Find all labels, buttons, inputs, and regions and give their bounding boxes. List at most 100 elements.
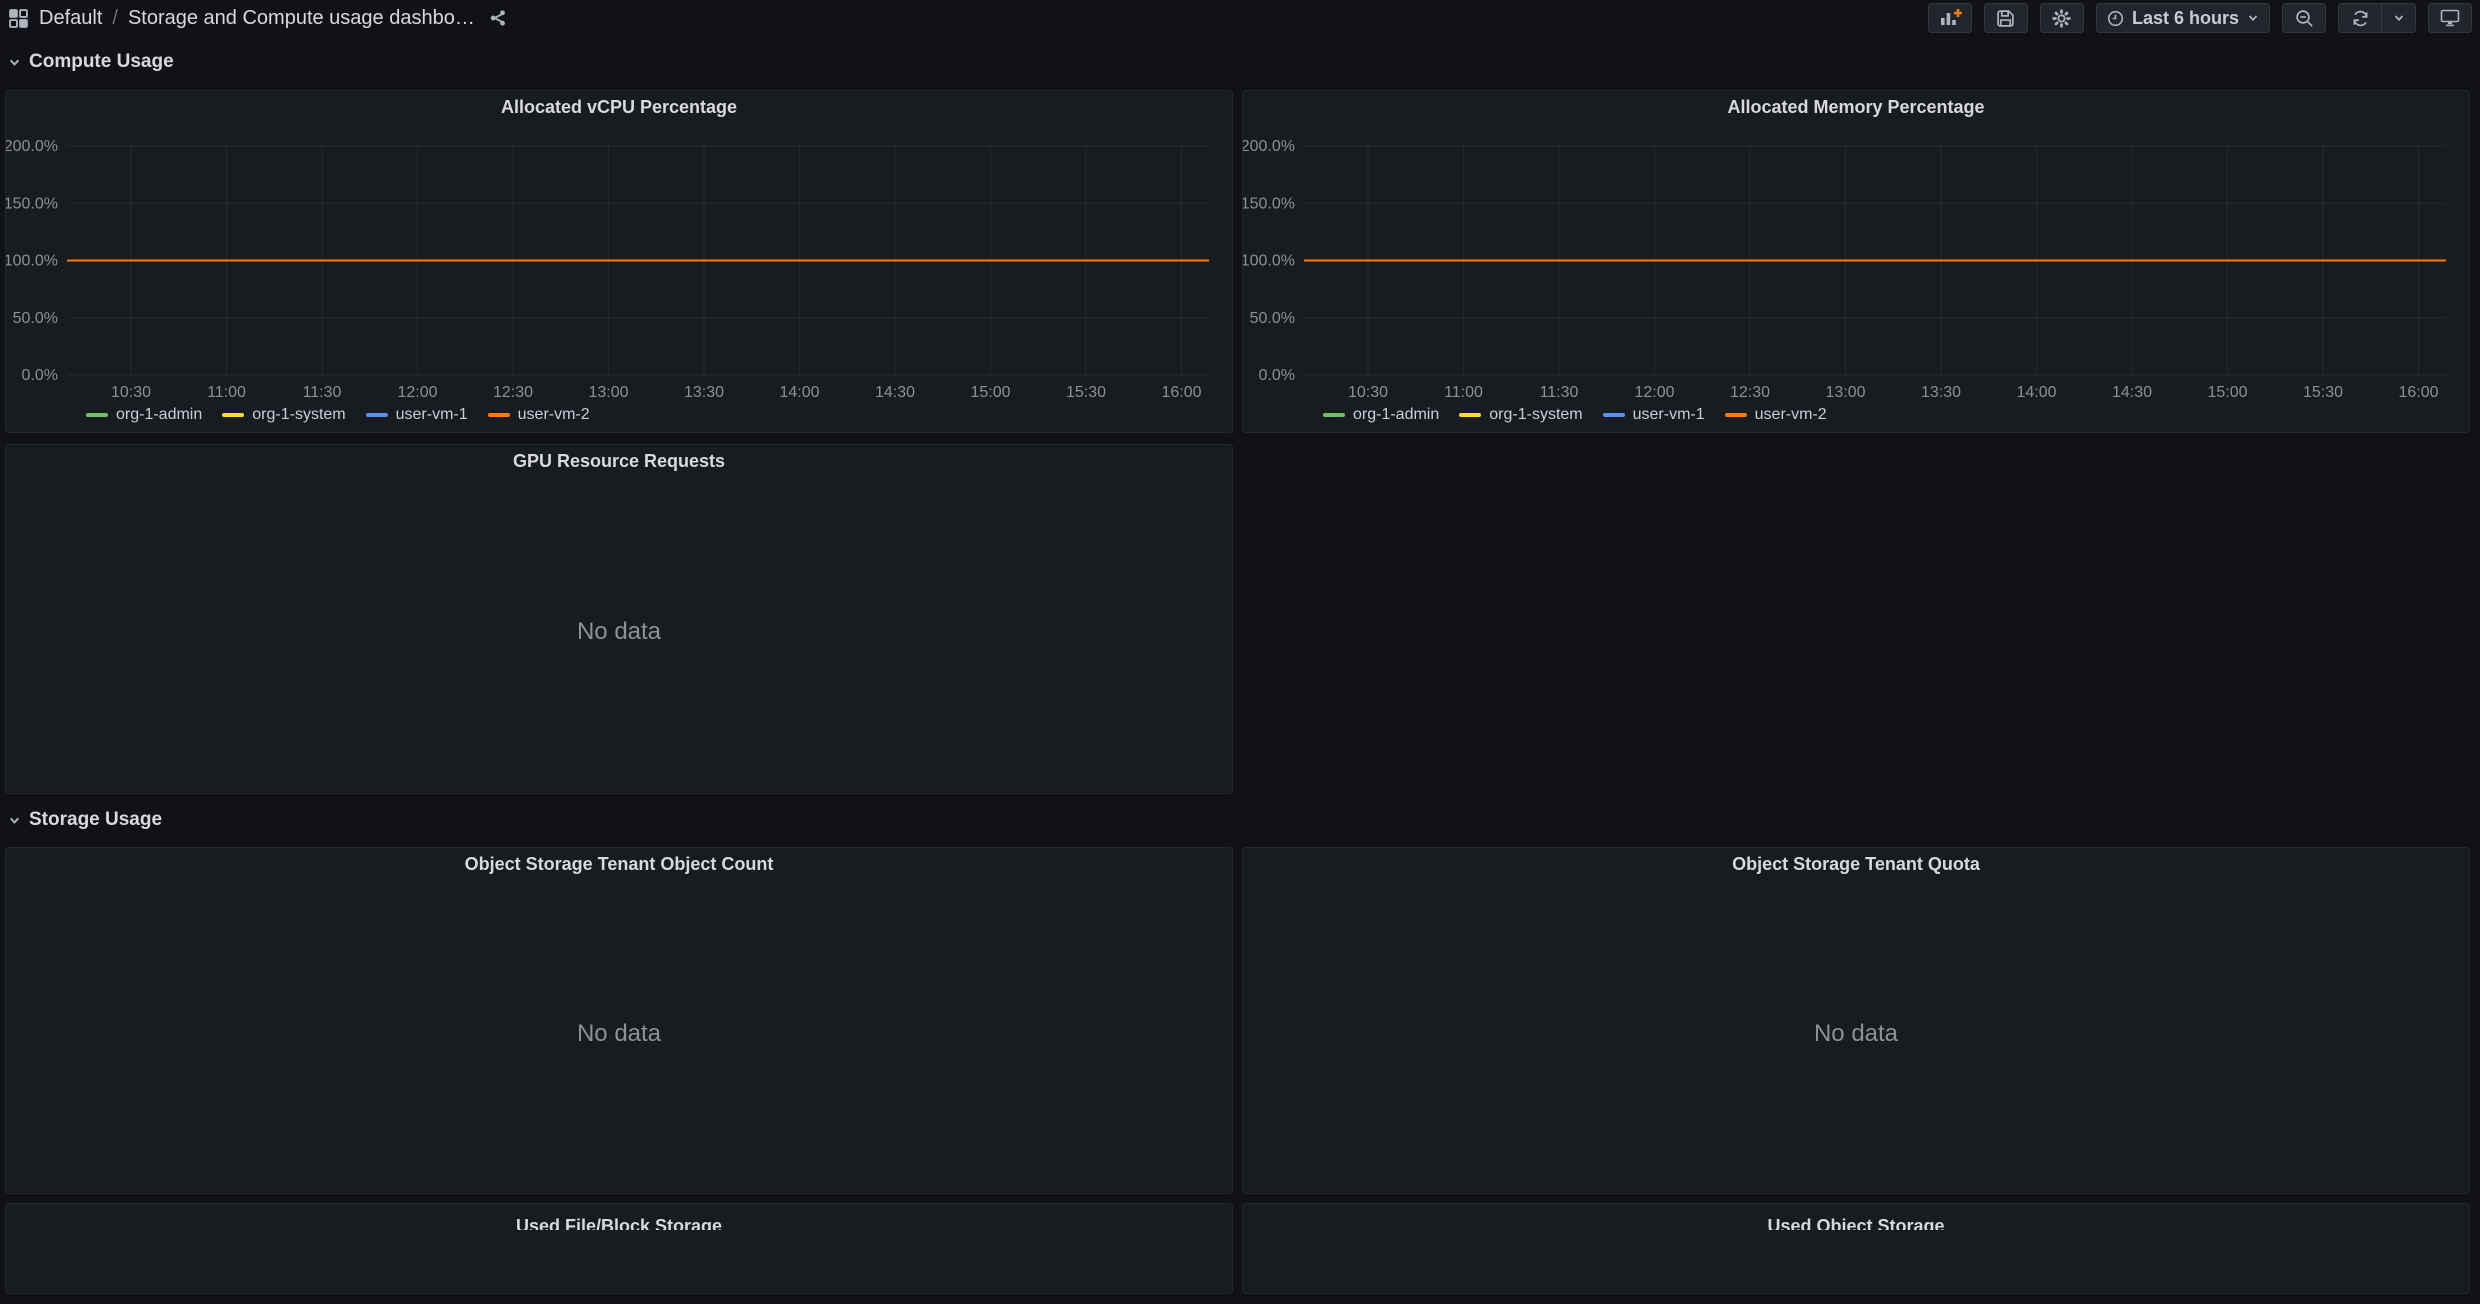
legend-item-user-vm-1[interactable]: user-vm-1 [1602, 406, 1705, 424]
panel-title-file-block[interactable]: Used File/Block Storage [6, 1204, 1232, 1230]
no-data-text: No data [576, 618, 662, 645]
section-title-storage: Storage Usage [29, 809, 163, 830]
panel-title-vcpu[interactable]: Allocated vCPU Percentage [6, 91, 1232, 117]
panel-allocated-memory: Allocated Memory Percentage 0.0% 50.0% 100… [1242, 90, 2470, 433]
panel-used-file-block: Used File/Block Storage [5, 1203, 1233, 1294]
legend-item-org-1-system[interactable]: org-1-system [222, 406, 346, 424]
toolbar: Last 6 hours [1927, 3, 2472, 33]
panel-title-object-count[interactable]: Object Storage Tenant Object Count [6, 848, 1232, 874]
add-panel-button[interactable] [1927, 3, 1972, 33]
add-panel-icon [1938, 8, 1962, 28]
share-icon[interactable] [489, 9, 507, 27]
x-tick-label: 16:00 [2398, 384, 2438, 401]
dashboard-page: Default / Storage and Compute usage dash… [0, 0, 2480, 1304]
y-tick-label: 150.0% [6, 195, 58, 212]
legend-vcpu: org-1-admin org-1-system user-vm-1 user-vm-… [86, 406, 590, 424]
x-tick-label: 16:00 [1161, 384, 1201, 401]
y-tick-label: 200.0% [1243, 138, 1295, 155]
x-tick-label: 13:30 [1921, 384, 1961, 401]
legend-label[interactable]: user-vm-2 [518, 406, 590, 424]
x-tick-label: 15:00 [2207, 384, 2247, 401]
y-tick-label: 50.0% [1250, 310, 1295, 327]
legend-dash-icon [365, 413, 388, 417]
legend-label[interactable]: org-1-system [1489, 406, 1582, 424]
no-data-text: No data [576, 1019, 662, 1047]
zoom-out-time-button[interactable] [2282, 3, 2326, 33]
chevron-down-icon [8, 814, 21, 827]
legend-dash-icon [1602, 413, 1625, 417]
y-tick-label: 0.0% [22, 367, 58, 384]
breadcrumb: Default / Storage and Compute usage dash… [8, 7, 507, 30]
legend-label[interactable]: org-1-admin [116, 406, 202, 424]
legend-item-org-1-admin[interactable]: org-1-admin [1323, 406, 1439, 424]
save-dashboard-button[interactable] [1983, 3, 2028, 33]
legend-dash-icon [487, 413, 510, 417]
legend-label[interactable]: org-1-system [252, 406, 345, 424]
breadcrumb-dashboard-title[interactable]: Storage and Compute usage dashbo… [128, 7, 475, 30]
time-range-picker[interactable]: Last 6 hours [2095, 3, 2270, 33]
legend-label[interactable]: org-1-admin [1353, 406, 1439, 424]
timeseries-plot-vcpu[interactable]: 0.0% 50.0% 100.0% 150.0% 200.0% 10:30 11:00 11:… [6, 117, 1234, 434]
x-tick-label: 15:30 [1066, 384, 1106, 401]
x-tick-label: 13:00 [588, 384, 628, 401]
apps-icon[interactable] [8, 8, 29, 29]
x-tick-label: 14:00 [2016, 384, 2056, 401]
x-tick-label: 15:30 [2303, 384, 2343, 401]
refresh-icon [2351, 9, 2370, 28]
no-data-wrap: No data [6, 874, 1232, 1193]
no-data-text: No data [1813, 1019, 1899, 1047]
breadcrumb-folder[interactable]: Default [39, 7, 102, 30]
no-data-wrap: No data [1243, 874, 2469, 1193]
refresh-button-group [2338, 3, 2416, 33]
refresh-interval-dropdown[interactable] [2381, 4, 2415, 32]
x-tick-label: 14:30 [875, 384, 915, 401]
section-row-storage-usage[interactable]: Storage Usage [8, 804, 162, 836]
panel-title-object-used[interactable]: Used Object Storage [1243, 1204, 2469, 1230]
section-title-compute: Compute Usage [29, 51, 174, 72]
x-tick-label: 11:00 [1444, 384, 1483, 401]
panel-allocated-vcpu: Allocated vCPU Percentage 0.0% 50.0% 100.0… [5, 90, 1233, 433]
legend-label[interactable]: user-vm-1 [1633, 406, 1705, 424]
x-tick-label: 12:00 [397, 384, 437, 401]
save-icon [1996, 9, 2015, 28]
legend-item-user-vm-2[interactable]: user-vm-2 [1724, 406, 1827, 424]
legend-label[interactable]: user-vm-1 [396, 406, 468, 424]
caret-down-icon [2393, 12, 2405, 24]
x-tick-label: 14:00 [779, 384, 819, 401]
top-navigation-bar: Default / Storage and Compute usage dash… [0, 0, 2480, 36]
x-tick-label: 11:30 [1540, 384, 1579, 401]
cycle-view-mode-button[interactable] [2428, 3, 2472, 33]
legend-item-org-1-system[interactable]: org-1-system [1459, 406, 1583, 424]
chevron-down-icon [8, 56, 21, 69]
legend-dash-icon [86, 413, 108, 417]
x-tick-label: 14:30 [2112, 384, 2152, 401]
y-tick-label: 150.0% [1243, 195, 1295, 212]
timeseries-plot-memory[interactable]: 0.0% 50.0% 100.0% 150.0% 200.0% 10:30 11:00 11:… [1243, 117, 2471, 434]
section-row-compute-usage[interactable]: Compute Usage [8, 46, 174, 78]
dashboard-settings-button[interactable] [2039, 3, 2084, 33]
legend-dash-icon [1323, 413, 1345, 417]
legend-item-user-vm-2[interactable]: user-vm-2 [487, 406, 590, 424]
panel-title-quota[interactable]: Object Storage Tenant Quota [1243, 848, 2469, 874]
x-tick-label: 12:30 [1730, 384, 1770, 401]
legend-label[interactable]: user-vm-2 [1755, 406, 1827, 424]
x-tick-label: 10:30 [111, 384, 151, 401]
y-tick-label: 200.0% [6, 138, 58, 155]
x-tick-label: 11:00 [207, 384, 246, 401]
legend-item-user-vm-1[interactable]: user-vm-1 [365, 406, 468, 424]
y-tick-label: 100.0% [6, 253, 58, 270]
legend-item-org-1-admin[interactable]: org-1-admin [86, 406, 202, 424]
monitor-icon [2440, 9, 2460, 27]
refresh-dashboard-button[interactable] [2339, 4, 2381, 32]
x-tick-label: 13:30 [684, 384, 724, 401]
x-tick-label: 12:00 [1634, 384, 1674, 401]
panel-tenant-quota: Object Storage Tenant Quota No data [1242, 847, 2470, 1194]
settings-gear-icon [2052, 8, 2072, 28]
y-tick-label: 100.0% [1243, 253, 1295, 270]
x-tick-label: 12:30 [493, 384, 533, 401]
caret-down-icon [2247, 12, 2259, 24]
panel-title-gpu[interactable]: GPU Resource Requests [6, 445, 1232, 471]
panel-title-memory[interactable]: Allocated Memory Percentage [1243, 91, 2469, 117]
legend-dash-icon [222, 413, 245, 417]
y-tick-label: 50.0% [13, 310, 58, 327]
